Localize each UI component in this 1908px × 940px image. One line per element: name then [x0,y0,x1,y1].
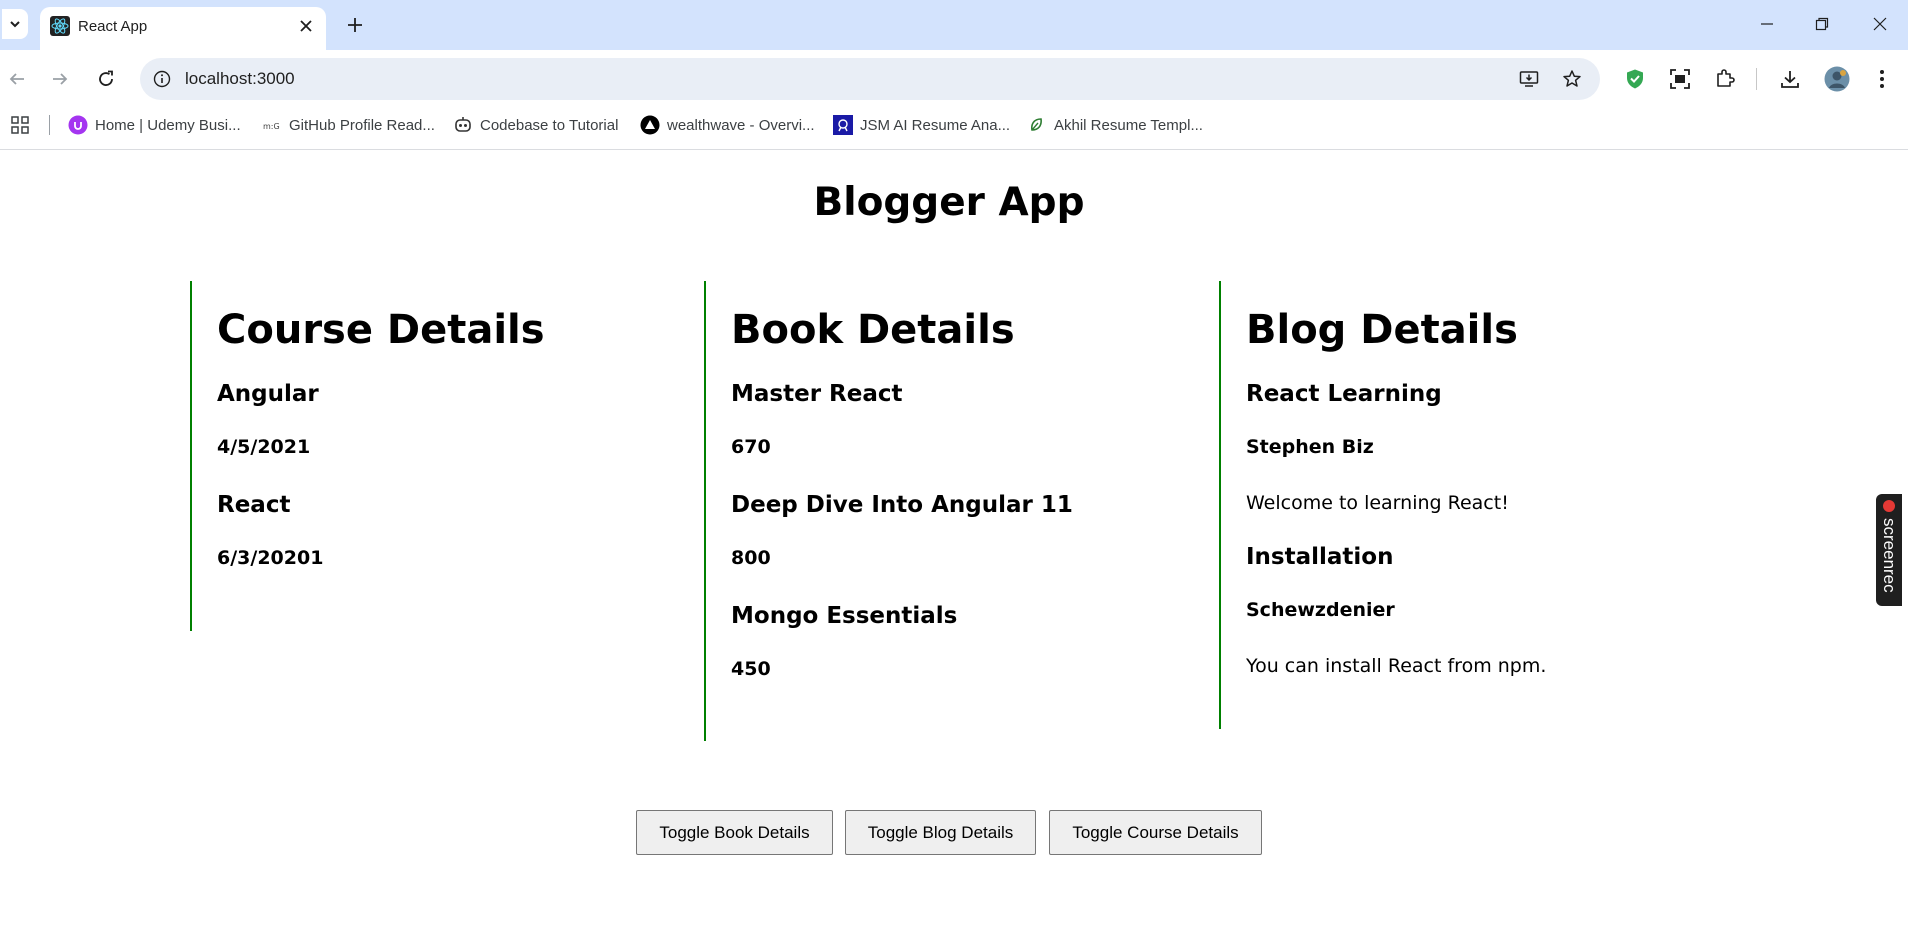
profile-avatar[interactable] [1824,66,1850,92]
book-details-heading: Book Details [731,307,1015,353]
tab-search-button[interactable] [2,9,28,39]
bookmark-label: JSM AI Resume Ana... [860,116,1011,134]
arrow-right-icon [53,73,68,85]
book-price: 670 [731,436,771,458]
minimize-button[interactable] [1755,12,1779,36]
course-details-heading: Course Details [217,307,545,353]
close-icon [300,20,312,32]
blog-author: Stephen Biz [1246,436,1374,458]
site-info-icon[interactable] [152,69,172,89]
toggle-buttons-row: Toggle Book Details Toggle Blog Details … [0,810,1898,856]
more-menu-icon[interactable] [1870,67,1894,91]
tab-active[interactable]: React App [40,7,326,50]
course-name: React [217,492,291,518]
reload-icon [99,70,113,86]
course-date: 4/5/2021 [217,436,311,458]
shield-extension-icon[interactable] [1623,67,1647,91]
blog-details-heading: Blog Details [1246,307,1518,353]
forward-button[interactable] [47,66,73,92]
bookmark-item-github-profile[interactable]: m:G GitHub Profile Read... [262,114,435,136]
screenrec-widget[interactable]: screenrec [1876,494,1902,606]
chevron-down-icon [10,21,20,28]
url-text[interactable]: localhost:3000 [185,69,295,89]
arrow-left-icon [9,73,24,85]
screenshot-extension-icon[interactable] [1668,67,1692,91]
leaf-icon [1027,115,1047,135]
close-window-button[interactable] [1868,12,1892,36]
screenrec-label: screenrec [1880,518,1899,593]
bookmark-label: Codebase to Tutorial [480,116,619,134]
course-details-panel: Course Details Angular 4/5/2021 React 6/… [190,281,670,631]
book-details-panel: Book Details Master React 670 Deep Dive … [704,281,1184,741]
record-dot-icon [1883,500,1895,512]
book-price: 450 [731,658,771,680]
tab-strip: React App [0,0,1908,50]
bookmark-item-akhil-resume[interactable]: Akhil Resume Templ... [1027,114,1203,136]
blog-content: You can install React from npm. [1246,655,1547,677]
close-tab-button[interactable] [296,16,316,36]
toggle-book-details-button[interactable]: Toggle Book Details [636,810,833,855]
svg-text:m:G: m:G [263,122,280,131]
toggle-course-details-button[interactable]: Toggle Course Details [1049,810,1262,855]
book-name: Deep Dive Into Angular 11 [731,492,1073,518]
bookmark-item-jsm-resume[interactable]: JSM AI Resume Ana... [833,114,1010,136]
bookmark-label: Home | Udemy Busi... [95,116,241,134]
jsm-icon [833,115,853,135]
new-tab-button[interactable] [342,12,368,38]
bookmark-star-icon[interactable] [1561,68,1583,90]
book-name: Master React [731,381,903,407]
address-bar[interactable]: localhost:3000 [140,58,1600,100]
bookmark-item-wealthwave[interactable]: wealthwave - Overvi... [640,114,815,136]
restore-icon [1815,17,1829,31]
plus-icon [348,18,362,32]
blog-content: Welcome to learning React! [1246,492,1509,514]
toolbar-divider [1756,68,1757,90]
bookmark-label: Akhil Resume Templ... [1054,116,1203,134]
bookmark-item-udemy[interactable]: Home | Udemy Busi... [68,114,241,136]
back-button[interactable] [4,66,30,92]
blog-details-panel: Blog Details React Learning Stephen Biz … [1219,281,1699,729]
reload-button[interactable] [93,66,119,92]
mdg-icon: m:G [262,115,282,135]
extensions-puzzle-icon[interactable] [1713,67,1737,91]
udemy-icon [68,115,88,135]
react-icon [50,16,70,36]
downloads-icon[interactable] [1778,67,1802,91]
blog-title: React Learning [1246,381,1442,407]
bookmark-label: wealthwave - Overvi... [667,116,815,134]
install-app-icon[interactable] [1518,68,1540,90]
course-name: Angular [217,381,319,407]
blog-author: Schewzdenier [1246,599,1395,621]
bookmark-item-codebase-tutorial[interactable]: Codebase to Tutorial [453,114,618,136]
bookmark-label: GitHub Profile Read... [289,116,435,134]
vercel-icon [640,115,660,135]
course-date: 6/3/20201 [217,547,324,569]
blog-title: Installation [1246,544,1394,570]
restore-button[interactable] [1810,12,1834,36]
tab-title: React App [78,18,148,35]
robot-icon [453,115,473,135]
minimize-icon [1761,23,1773,25]
page-title: Blogger App [813,180,1085,225]
book-price: 800 [731,547,771,569]
bookmarks-separator [49,115,50,135]
toggle-blog-details-button[interactable]: Toggle Blog Details [845,810,1036,855]
close-icon [1873,17,1887,31]
book-name: Mongo Essentials [731,603,958,629]
apps-grid-icon[interactable] [10,115,32,137]
